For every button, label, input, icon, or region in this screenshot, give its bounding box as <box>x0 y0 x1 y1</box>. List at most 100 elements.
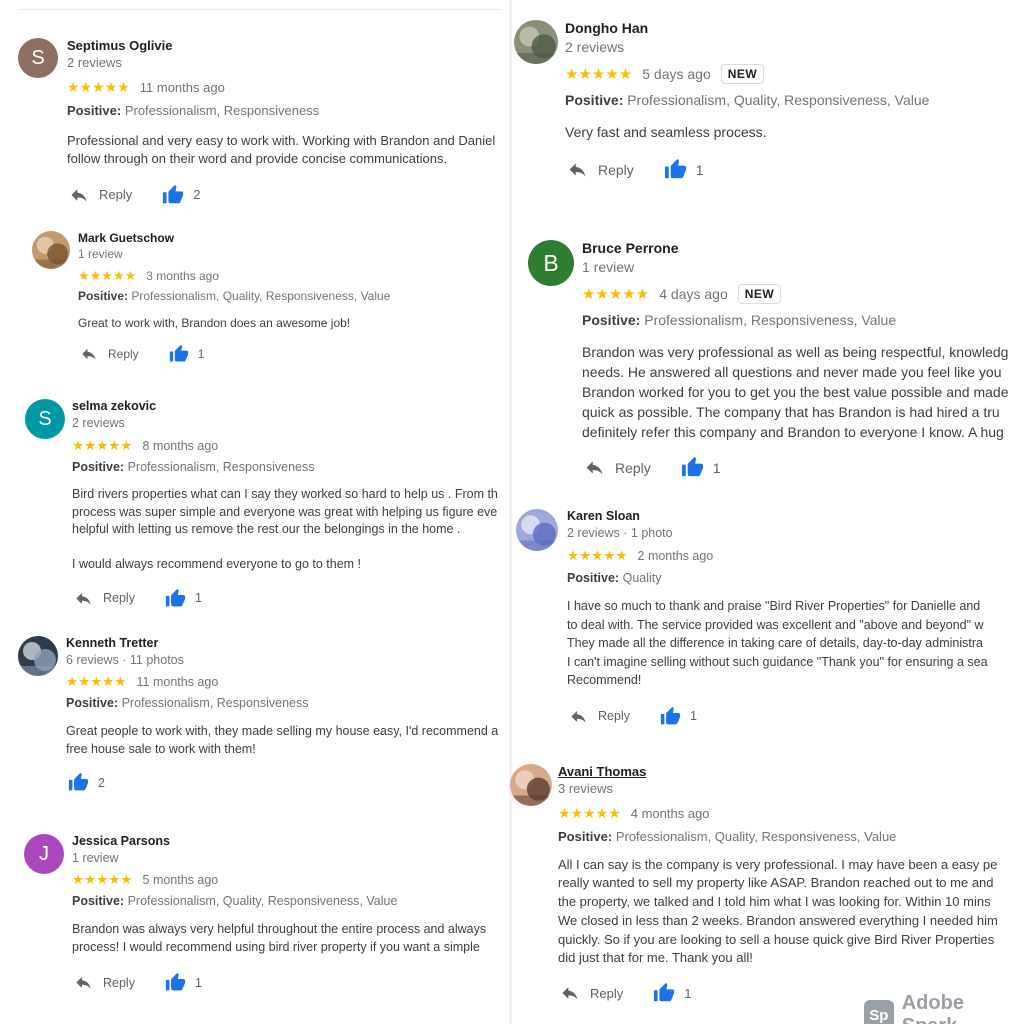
reply-button[interactable]: Reply <box>567 159 634 180</box>
review-actions: Reply 1 <box>584 456 1016 479</box>
positive-aspects: Positive: Professionalism, Responsivenes… <box>582 312 1016 328</box>
reviewer-meta: 2 reviews <box>72 415 125 430</box>
reviewer-name[interactable]: selma zekovic <box>72 399 504 415</box>
rating-row: ★★★★★ 11 months ago <box>66 674 504 690</box>
thumbs-up-icon <box>664 158 686 179</box>
positive-label: Positive: <box>567 571 620 586</box>
avatar-letter[interactable]: B <box>528 240 574 286</box>
new-badge: NEW <box>720 64 765 84</box>
thumbs-up-icon <box>163 184 184 203</box>
reviewer-name[interactable]: Mark Guetschow <box>78 231 504 246</box>
reviewer-name[interactable]: Bruce Perrone <box>582 240 1016 258</box>
star-rating-icon: ★★★★★ <box>72 438 133 454</box>
review-card: S Septimus Oglivie 2 reviews ★★★★★ 11 months… <box>18 38 504 208</box>
aspects-value: Professionalism, Quality, Responsiveness… <box>127 894 398 909</box>
avatar-photo[interactable] <box>516 509 558 551</box>
review-card: Mark Guetschow 1 review ★★★★★ 3 months ago P… <box>32 231 504 373</box>
reviewer-name[interactable]: Septimus Oglivie <box>67 38 504 54</box>
review-text-line <box>72 539 504 557</box>
reply-button[interactable]: Reply <box>69 185 132 205</box>
review-body: selma zekovic 2 reviews ★★★★★ 8 months ago P… <box>72 399 504 609</box>
like-button[interactable]: 1 <box>664 158 704 181</box>
reply-button[interactable]: Reply <box>569 707 630 726</box>
star-rating-icon: ★★★★★ <box>582 286 650 303</box>
positive-aspects: Positive: Professionalism, Quality, Resp… <box>565 92 1016 108</box>
avatar-photo[interactable] <box>18 636 58 676</box>
reviewer-name[interactable]: Karen Sloan <box>567 509 1016 525</box>
aspects-value: Quality <box>622 571 662 586</box>
like-button[interactable]: 1 <box>653 982 691 1004</box>
reply-button[interactable]: Reply <box>560 983 623 1003</box>
photo-avatar-icon <box>514 20 558 64</box>
review-text-line: definitely refer this company and Brando… <box>582 424 1004 440</box>
positive-label: Positive: <box>565 92 624 108</box>
thumbs-up-icon <box>169 344 188 362</box>
review-text-line: the property, we talked and I told him w… <box>558 894 991 910</box>
star-rating-icon: ★★★★★ <box>78 268 137 283</box>
review-text: Brandon was always very helpful througho… <box>72 920 504 956</box>
review-actions: Reply 1 <box>74 588 504 609</box>
avatar-letter[interactable]: S <box>25 399 65 439</box>
review-actions: Reply 1 <box>80 344 504 364</box>
review-text-line: needs. He answered all questions and nev… <box>582 364 1002 380</box>
positive-label: Positive: <box>582 312 641 328</box>
like-button[interactable]: 1 <box>165 972 202 993</box>
review-card: B Bruce Perrone 1 review ★★★★★ 4 days ago NEW… <box>528 240 1016 490</box>
review-text-line: Great people to work with, they made sel… <box>66 724 499 739</box>
review-text-line: did just that for me. Thank you all! <box>558 950 753 966</box>
review-date: 5 days ago <box>642 66 711 82</box>
review-body: Avani Thomas 3 reviews ★★★★★ 4 months ago Po… <box>558 764 1016 1004</box>
avatar-letter[interactable]: S <box>18 38 58 78</box>
review-body: Kenneth Tretter 6 reviews · 11 photos ★★★★… <box>66 636 504 793</box>
like-count: 1 <box>684 985 692 1001</box>
avatar-photo[interactable] <box>514 20 558 64</box>
review-text: I have so much to thank and praise "Bird… <box>567 597 1016 690</box>
reply-button[interactable]: Reply <box>74 589 135 608</box>
reply-icon <box>71 188 87 202</box>
reply-label: Reply <box>103 975 135 990</box>
spark-logo-icon: Sp <box>864 1000 894 1024</box>
thumbs-up-icon <box>660 706 681 725</box>
rating-row: ★★★★★ 2 months ago <box>567 548 1016 564</box>
reviewer-name[interactable]: Jessica Parsons <box>72 834 504 850</box>
like-count: 1 <box>194 975 202 990</box>
thumbs-up-icon <box>165 973 186 991</box>
like-button[interactable]: 1 <box>169 344 204 364</box>
reply-button[interactable]: Reply <box>584 457 651 478</box>
avatar-photo[interactable] <box>510 764 552 806</box>
aspects-value: Professionalism, Quality, Responsiveness… <box>131 289 391 303</box>
like-button[interactable]: 1 <box>165 588 202 609</box>
review-text-line: They made all the difference in taking c… <box>567 636 983 651</box>
reviewer-name[interactable]: Kenneth Tretter <box>66 636 504 652</box>
star-rating-icon: ★★★★★ <box>565 66 633 83</box>
review-body: Karen Sloan 2 reviews · 1 photo ★★★★★ 2 mon… <box>567 509 1016 727</box>
thumbs-up-icon <box>68 773 89 791</box>
review-date: 11 months ago <box>136 675 219 690</box>
review-text-line: Brandon was always very helpful througho… <box>72 922 487 937</box>
reply-label: Reply <box>99 187 133 202</box>
aspects-value: Professionalism, Quality, Responsiveness… <box>627 92 930 108</box>
review-text: Professional and very easy to work with.… <box>67 132 504 168</box>
rating-row: ★★★★★ 4 days ago NEW <box>582 284 1016 304</box>
reply-button[interactable]: Reply <box>74 973 135 992</box>
review-actions: 2 <box>68 772 504 793</box>
like-button[interactable]: 1 <box>660 706 697 727</box>
avatar-letter[interactable]: J <box>24 834 64 874</box>
reviewer-name[interactable]: Avani Thomas <box>558 764 1016 780</box>
review-card: Karen Sloan 2 reviews · 1 photo ★★★★★ 2 mon… <box>516 509 1016 731</box>
like-button[interactable]: 2 <box>68 772 105 793</box>
reply-button[interactable]: Reply <box>80 345 139 363</box>
positive-aspects: Positive: Professionalism, Responsivenes… <box>67 103 504 118</box>
reviewer-meta: 1 review <box>78 247 123 261</box>
avatar-photo[interactable] <box>32 231 70 269</box>
review-actions: Reply 1 <box>74 972 504 993</box>
positive-aspects: Positive: Professionalism, Responsivenes… <box>66 696 504 710</box>
like-button[interactable]: 1 <box>681 456 721 479</box>
reply-label: Reply <box>598 161 634 178</box>
like-button[interactable]: 2 <box>162 184 200 206</box>
review-text-line: All I can say is the company is very pro… <box>558 856 998 872</box>
positive-label: Positive: <box>72 894 125 909</box>
reviewer-name[interactable]: Dongho Han <box>565 20 1016 38</box>
review-text-line: We closed in less than 2 weeks. Brandon … <box>558 912 998 928</box>
review-text-line: quickly. So if you are looking to sell a… <box>558 931 995 947</box>
